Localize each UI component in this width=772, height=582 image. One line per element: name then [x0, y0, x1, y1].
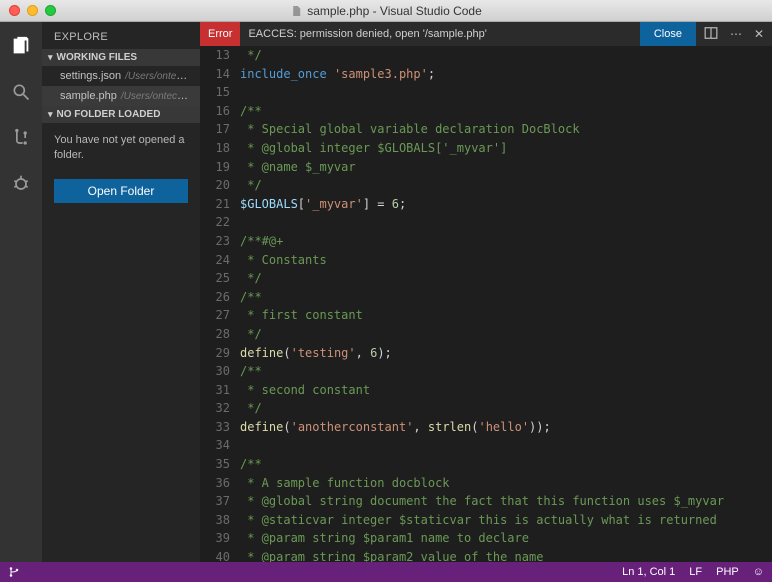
chevron-down-icon: ▾: [48, 52, 53, 63]
chevron-down-icon: ▾: [48, 109, 53, 120]
git-branch-icon[interactable]: [8, 566, 20, 578]
open-folder-button[interactable]: Open Folder: [54, 179, 188, 203]
working-file-row[interactable]: settings.json/Users/ontecnia/...: [42, 66, 200, 86]
error-badge: Error: [200, 22, 240, 46]
status-bar: Ln 1, Col 1 LF PHP ☺: [0, 562, 772, 582]
split-editor-icon[interactable]: [704, 26, 718, 43]
file-name: settings.json: [60, 70, 121, 82]
section-no-folder[interactable]: ▾ NO FOLDER LOADED: [42, 106, 200, 123]
section-working-files[interactable]: ▾ WORKING FILES: [42, 49, 200, 66]
titlebar: sample.php - Visual Studio Code: [0, 0, 772, 22]
files-icon[interactable]: [9, 34, 33, 58]
window-minimize-dot[interactable]: [27, 5, 38, 16]
code-content[interactable]: */include_once 'sample3.php'; /** * Spec…: [240, 46, 772, 562]
no-folder-message: You have not yet opened a folder.: [42, 123, 200, 173]
notification-close-button[interactable]: Close: [640, 22, 696, 46]
file-path: /Users/ontecnia/...: [125, 71, 200, 82]
working-file-row[interactable]: sample.php/Users/ontecnia/...: [42, 86, 200, 106]
notification-message: EACCES: permission denied, open '/sample…: [248, 28, 486, 40]
window-zoom-dot[interactable]: [45, 5, 56, 16]
debug-icon[interactable]: [9, 172, 33, 196]
section-no-folder-label: NO FOLDER LOADED: [57, 109, 161, 120]
sidebar-title: EXPLORE: [42, 22, 200, 49]
window-title: sample.php - Visual Studio Code: [290, 4, 482, 18]
status-language[interactable]: PHP: [716, 566, 739, 578]
status-encoding[interactable]: LF: [689, 566, 702, 578]
window-close-dot[interactable]: [9, 5, 20, 16]
sidebar: EXPLORE ▾ WORKING FILES settings.json/Us…: [42, 22, 200, 562]
close-x-icon[interactable]: ✕: [754, 27, 764, 41]
search-icon[interactable]: [9, 80, 33, 104]
file-path: /Users/ontecnia/...: [121, 91, 200, 102]
code-editor[interactable]: 1314151617181920212223242526272829303132…: [200, 46, 772, 562]
file-name: sample.php: [60, 90, 117, 102]
status-line-col[interactable]: Ln 1, Col 1: [622, 566, 675, 578]
git-icon[interactable]: [9, 126, 33, 150]
section-working-files-label: WORKING FILES: [57, 52, 138, 63]
feedback-smiley-icon[interactable]: ☺: [753, 566, 764, 578]
activity-bar: [0, 22, 42, 562]
more-icon[interactable]: ⋯: [730, 27, 742, 41]
line-number-gutter: 1314151617181920212223242526272829303132…: [200, 46, 240, 562]
editor-area: Error EACCES: permission denied, open '/…: [200, 22, 772, 562]
notification-bar: Error EACCES: permission denied, open '/…: [200, 22, 772, 46]
file-icon: [290, 5, 302, 17]
